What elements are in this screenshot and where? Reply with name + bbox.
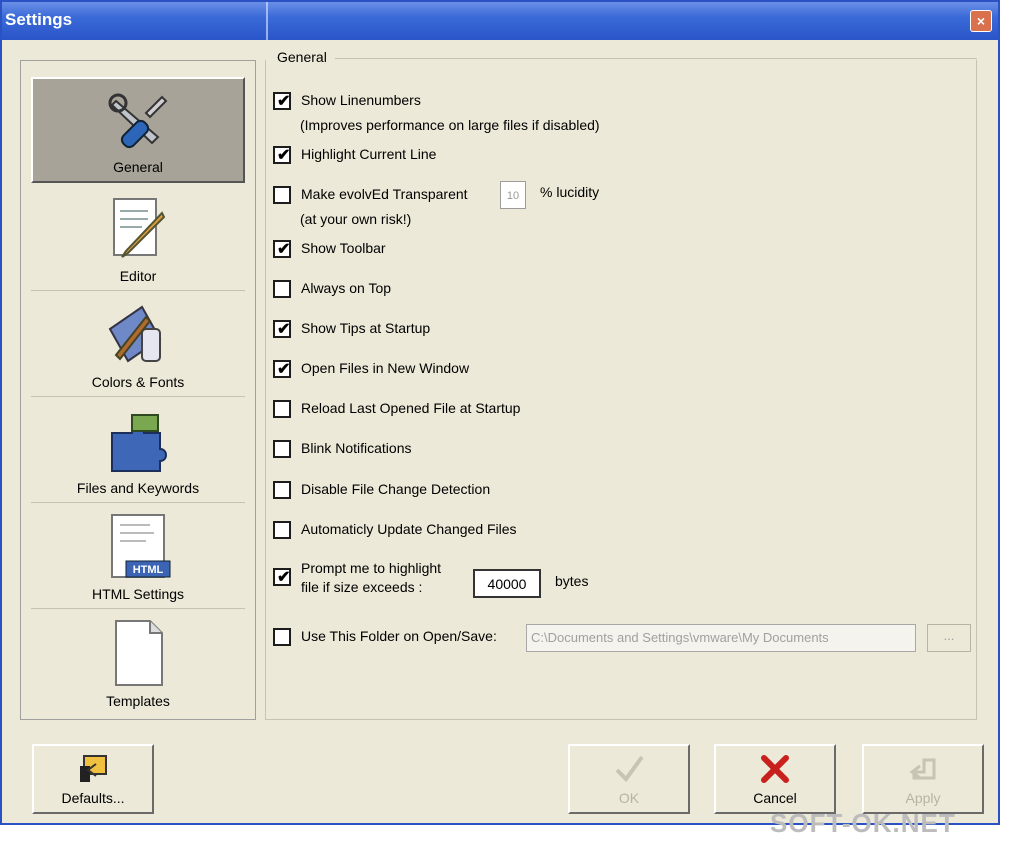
checkbox-box[interactable] <box>273 481 291 499</box>
browse-button[interactable]: ... <box>927 624 971 652</box>
option-label: Make evolvEd Transparent <box>301 186 468 202</box>
option-label: Highlight Current Line <box>301 146 437 162</box>
category-html-settings[interactable]: HTML HTML Settings <box>31 503 245 609</box>
button-label: Apply <box>905 790 941 806</box>
category-files-keywords[interactable]: Files and Keywords <box>31 397 245 503</box>
checkbox-box[interactable] <box>273 440 291 458</box>
option-label: Automaticly Update Changed Files <box>301 521 517 537</box>
category-label: Templates <box>106 693 170 709</box>
category-label: HTML Settings <box>91 586 185 602</box>
category-list: General Editor Colors & Fonts Files and … <box>20 60 256 720</box>
html-file-icon: HTML <box>111 514 171 578</box>
size-unit-label: bytes <box>555 573 589 589</box>
check-icon: ✔ <box>277 569 291 586</box>
checkbox-box[interactable] <box>273 521 291 539</box>
checkbox-box[interactable]: ✔ <box>273 92 291 110</box>
category-editor[interactable]: Editor <box>31 185 245 291</box>
checkbox-box[interactable]: ✔ <box>273 360 291 378</box>
checkbox-box[interactable]: ✔ <box>273 320 291 338</box>
category-label: Files and Keywords <box>76 480 200 496</box>
button-label: Cancel <box>753 790 797 806</box>
category-templates[interactable]: Templates <box>31 609 245 715</box>
option-label: Show Tips at Startup <box>301 320 431 336</box>
transparent-note: (at your own risk!) <box>300 211 412 227</box>
prompt-line2: file if size exceeds : <box>301 579 423 595</box>
editor-icon <box>113 198 166 258</box>
category-general[interactable]: General <box>31 77 245 183</box>
defaults-button[interactable]: Defaults... <box>32 744 154 814</box>
option-label: Always on Top <box>301 280 392 296</box>
checkbox-box[interactable] <box>273 280 291 298</box>
watermark: SOFT-OK.NET <box>770 808 956 838</box>
option-label: Show Toolbar <box>301 240 386 256</box>
apply-icon <box>909 758 936 780</box>
group-divider <box>335 58 977 59</box>
linenumbers-note: (Improves performance on large files if … <box>300 117 600 133</box>
checkbox-box[interactable] <box>273 400 291 418</box>
defaults-icon <box>80 755 107 782</box>
option-label: Use This Folder on Open/Save: <box>301 628 497 644</box>
size-threshold-input[interactable]: 40000 <box>473 569 541 598</box>
title-divider <box>266 2 268 40</box>
checkbox-box[interactable]: ✔ <box>273 568 291 586</box>
checkbox-box[interactable] <box>273 186 291 204</box>
option-label: Open Files in New Window <box>301 360 470 376</box>
lucidity-input[interactable]: 10 <box>500 181 526 209</box>
cancel-icon <box>761 755 789 783</box>
option-label: Prompt me to highlight <box>301 560 442 576</box>
close-button[interactable]: × <box>970 10 992 32</box>
option-label: Show Linenumbers <box>301 92 421 108</box>
checkbox-box[interactable]: ✔ <box>273 146 291 164</box>
category-label: Editor <box>119 268 157 284</box>
template-icon <box>115 620 163 686</box>
title-bar: Settings × <box>2 2 998 40</box>
check-icon: ✔ <box>277 321 291 338</box>
check-icon: ✔ <box>277 241 291 258</box>
category-colors-fonts[interactable]: Colors & Fonts <box>31 291 245 397</box>
ok-button[interactable]: OK <box>568 744 690 814</box>
cancel-button[interactable]: Cancel <box>714 744 836 814</box>
option-label: Blink Notifications <box>301 440 412 456</box>
group-title: General <box>275 49 329 65</box>
button-label: OK <box>618 790 640 806</box>
tools-icon <box>108 93 168 149</box>
lucidity-label: % lucidity <box>540 184 600 200</box>
puzzle-icon <box>111 414 167 472</box>
option-label: Disable File Change Detection <box>301 481 491 497</box>
button-label: Defaults... <box>61 790 125 806</box>
option-label: Reload Last Opened File at Startup <box>301 400 521 416</box>
window-title: Settings <box>5 10 73 29</box>
apply-button[interactable]: Apply <box>862 744 984 814</box>
checkbox-box[interactable]: ✔ <box>273 240 291 258</box>
svg-text:HTML: HTML <box>133 564 164 576</box>
folder-path-input[interactable]: C:\Documents and Settings\vmware\My Docu… <box>526 624 916 652</box>
check-icon: ✔ <box>277 93 291 110</box>
check-icon <box>615 755 644 783</box>
check-icon: ✔ <box>277 147 291 164</box>
check-icon: ✔ <box>277 361 291 378</box>
category-label: General <box>113 159 163 175</box>
category-label: Colors & Fonts <box>91 374 185 390</box>
checkbox-box[interactable] <box>273 628 291 646</box>
paint-icon <box>108 305 162 363</box>
